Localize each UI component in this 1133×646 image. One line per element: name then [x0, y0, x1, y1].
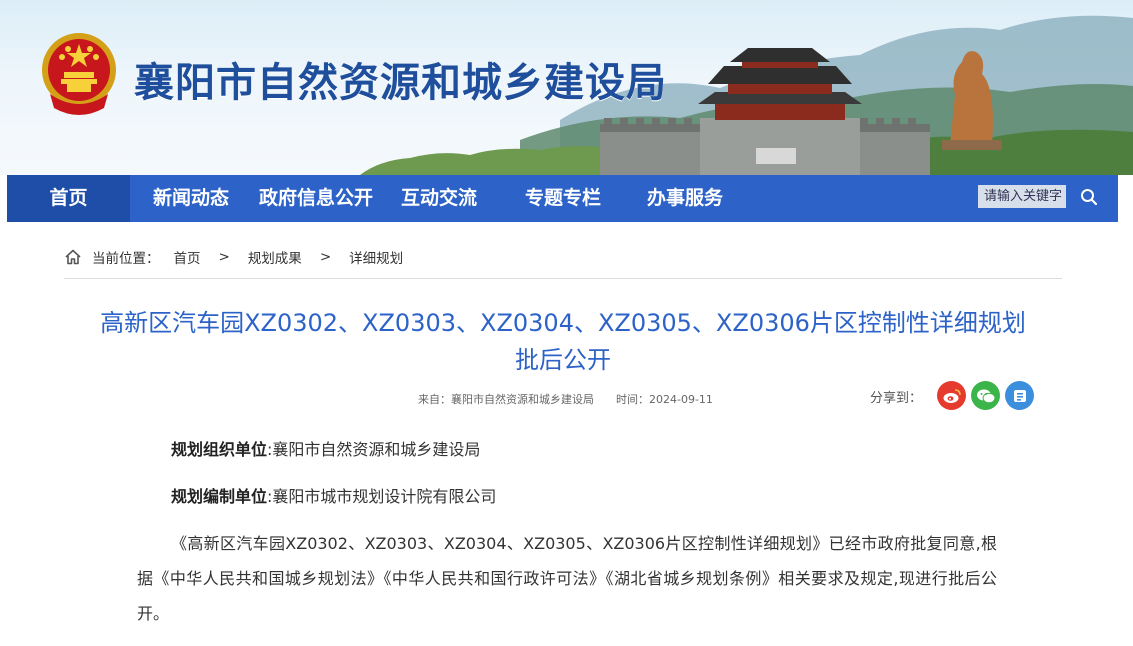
- organizer-value: :襄阳市自然资源和城乡建设局: [267, 440, 481, 459]
- search-box: [978, 183, 1111, 210]
- search-button[interactable]: [1066, 183, 1111, 210]
- national-emblem-icon: [42, 33, 116, 115]
- article-title-line1: 高新区汽车园XZ0302、XZ0303、XZ0304、XZ0305、XZ0306…: [100, 309, 1026, 337]
- compiler-line: 规划编制单位:襄阳市城市规划设计院有限公司: [171, 483, 496, 507]
- nav-gov-info[interactable]: 政府信息公开: [259, 175, 373, 222]
- nav-news[interactable]: 新闻动态: [153, 175, 229, 222]
- wechat-icon: [976, 389, 995, 403]
- main-nav: 首页 新闻动态 政府信息公开 互动交流 专题专栏 办事服务: [7, 175, 1118, 222]
- header-banner: 襄阳市自然资源和城乡建设局: [0, 0, 1133, 175]
- search-icon: [1080, 188, 1097, 205]
- article-body: 《高新区汽车园XZ0302、XZ0303、XZ0304、XZ0305、XZ030…: [137, 534, 997, 623]
- qzone-icon: [1013, 389, 1026, 402]
- time-label: 时间：: [616, 393, 649, 406]
- article-title: 高新区汽车园XZ0302、XZ0303、XZ0304、XZ0305、XZ0306…: [64, 305, 1062, 379]
- home-icon: [65, 249, 81, 265]
- article-title-line2: 批后公开: [515, 346, 611, 374]
- breadcrumb-label: 当前位置：: [92, 251, 160, 267]
- nav-special-topics[interactable]: 专题专栏: [525, 175, 601, 222]
- compiler-value: :襄阳市城市规划设计院有限公司: [267, 487, 497, 506]
- organizer-label: 规划组织单位: [171, 440, 268, 459]
- breadcrumb-home[interactable]: 首页: [174, 247, 201, 267]
- breadcrumb: 当前位置： 首页 > 规划成果 > 详细规划: [64, 245, 403, 269]
- search-input[interactable]: [978, 185, 1066, 208]
- breadcrumb-separator: >: [319, 249, 332, 265]
- nav-services[interactable]: 办事服务: [647, 175, 723, 222]
- organizer-line: 规划组织单位:襄阳市自然资源和城乡建设局: [171, 436, 480, 460]
- nav-home[interactable]: 首页: [7, 175, 130, 222]
- source-label: 来自：: [418, 393, 451, 406]
- article-meta: 来自：襄阳市自然资源和城乡建设局 时间：2024-09-11: [418, 391, 713, 407]
- share-label: 分享到：: [870, 391, 923, 406]
- share-qzone-button[interactable]: [1005, 381, 1034, 410]
- breadcrumb-detailed-planning[interactable]: 详细规划: [349, 247, 403, 267]
- breadcrumb-divider: [64, 278, 1062, 279]
- nav-interaction[interactable]: 互动交流: [401, 175, 477, 222]
- share-weibo-button[interactable]: [937, 381, 966, 410]
- breadcrumb-planning-results[interactable]: 规划成果: [248, 247, 302, 267]
- compiler-label: 规划编制单位: [171, 487, 268, 506]
- source-value: 襄阳市自然资源和城乡建设局: [451, 393, 594, 406]
- share-wechat-button[interactable]: [971, 381, 1000, 410]
- time-value: 2024-09-11: [649, 393, 713, 406]
- site-title: 襄阳市自然资源和城乡建设局: [134, 60, 667, 106]
- weibo-icon: [943, 388, 961, 403]
- breadcrumb-separator: >: [218, 249, 230, 265]
